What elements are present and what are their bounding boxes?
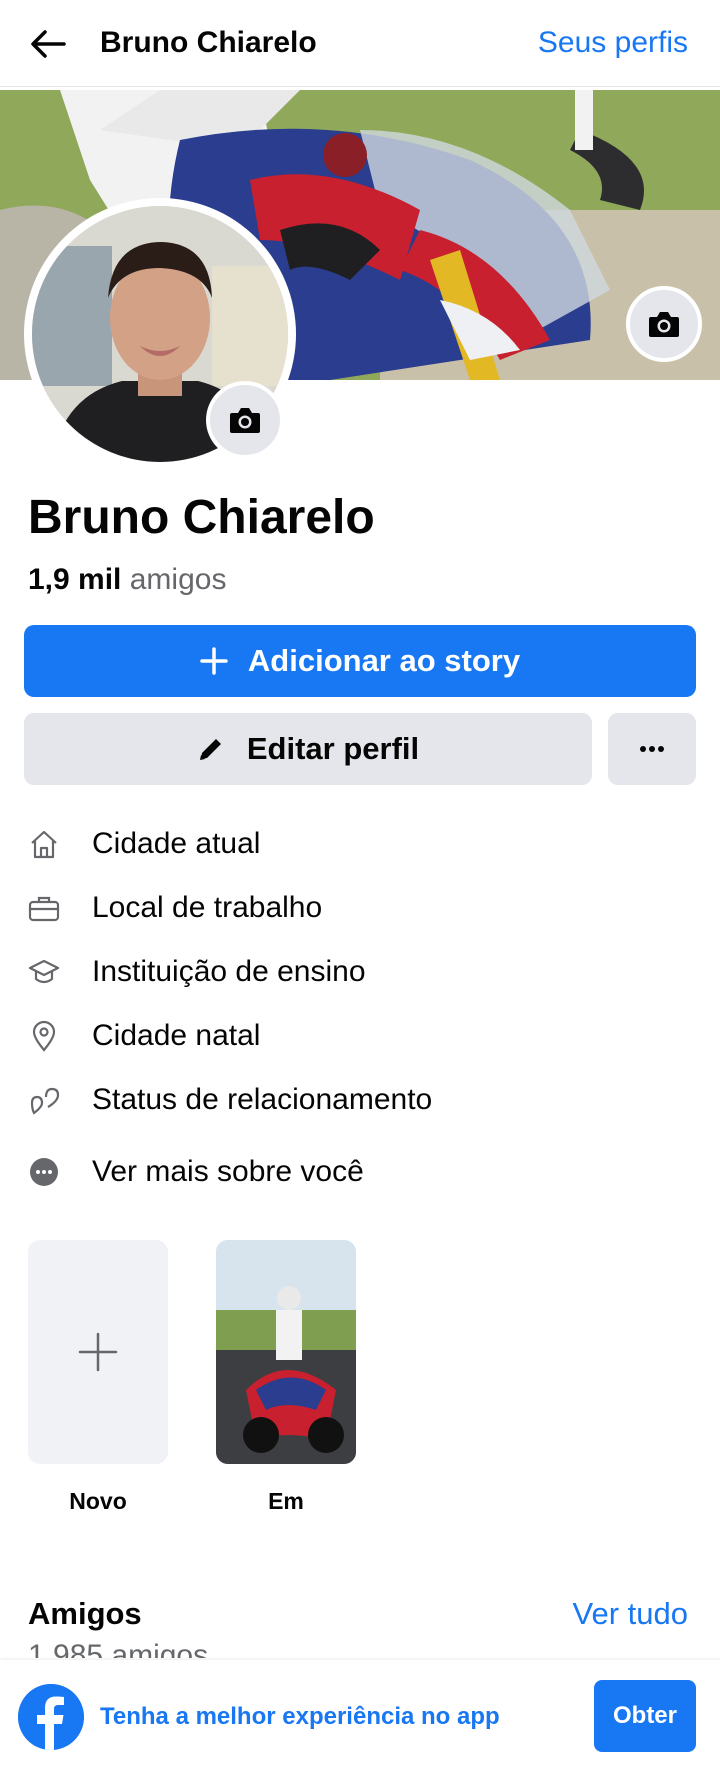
new-highlight-label: Novo <box>69 1488 127 1514</box>
edit-profile-label: Editar perfil <box>246 731 420 766</box>
header-title: Bruno Chiarelo <box>100 26 317 59</box>
detail-label: Cidade natal <box>92 1019 261 1052</box>
detail-label: Local de trabalho <box>92 891 323 924</box>
hearts-icon <box>27 1083 61 1117</box>
back-button[interactable] <box>26 22 70 66</box>
friends-section-title: Amigos <box>28 1596 142 1631</box>
home-icon <box>27 827 61 861</box>
plus-icon <box>78 1332 118 1372</box>
see-more-about-you[interactable]: Ver mais sobre você <box>0 1140 720 1204</box>
profile-name: Bruno Chiarelo <box>28 491 375 544</box>
edit-cover-photo-button[interactable] <box>626 286 702 362</box>
featured-highlights: Novo Em destaque <box>28 1240 708 1540</box>
friends-label: amigos <box>129 563 227 596</box>
back-arrow-icon <box>31 30 66 58</box>
detail-hometown[interactable]: Cidade natal <box>0 1004 720 1068</box>
more-dots-icon <box>640 746 664 752</box>
friends-summary[interactable]: 1,9 mil amigos <box>28 562 226 598</box>
see-more-label: Ver mais sobre você <box>92 1155 364 1188</box>
location-pin-icon <box>27 1019 61 1053</box>
featured-highlight-thumbnail[interactable] <box>216 1240 356 1464</box>
app-banner-text[interactable]: Tenha a melhor experiência no app <box>100 1700 500 1734</box>
your-profiles-link[interactable]: Seus perfis <box>538 24 688 62</box>
detail-label: Instituição de ensino <box>92 955 366 988</box>
plus-icon <box>200 647 228 675</box>
add-to-story-label: Adicionar ao story <box>247 643 521 678</box>
facebook-logo-icon <box>18 1684 84 1750</box>
graduation-cap-icon <box>27 955 61 989</box>
edit-profile-picture-button[interactable] <box>206 381 284 459</box>
profile-details-list: Cidade atual Local de trabalho Instituiç… <box>0 812 720 1204</box>
briefcase-icon <box>27 891 61 925</box>
get-app-button[interactable]: Obter <box>594 1680 696 1752</box>
more-options-button[interactable] <box>608 713 696 785</box>
detail-label: Status de relacionamento <box>92 1083 433 1116</box>
see-all-friends-link[interactable]: Ver tudo <box>573 1595 688 1633</box>
pencil-icon <box>199 739 221 760</box>
featured-highlight-label: Em destaque <box>236 1488 337 1528</box>
edit-profile-button[interactable]: Editar perfil <box>24 713 592 785</box>
more-circle-icon <box>27 1155 61 1189</box>
featured-photo <box>216 1240 356 1464</box>
detail-school[interactable]: Instituição de ensino <box>0 940 720 1004</box>
top-bar: Bruno Chiarelo Seus perfis <box>0 0 720 87</box>
add-to-story-button[interactable]: Adicionar ao story <box>24 625 696 697</box>
detail-label: Cidade atual <box>92 827 261 860</box>
detail-workplace[interactable]: Local de trabalho <box>0 876 720 940</box>
get-app-banner: Tenha a melhor experiência no app Obter <box>0 1660 720 1772</box>
detail-relationship[interactable]: Status de relacionamento <box>0 1068 720 1132</box>
camera-icon <box>649 312 679 337</box>
camera-icon <box>230 408 260 433</box>
new-highlight-button[interactable] <box>28 1240 168 1464</box>
friends-section-count: 1.985 amigos <box>28 1639 209 1658</box>
friends-count: 1,9 mil <box>28 563 122 596</box>
detail-current-city[interactable]: Cidade atual <box>0 812 720 876</box>
